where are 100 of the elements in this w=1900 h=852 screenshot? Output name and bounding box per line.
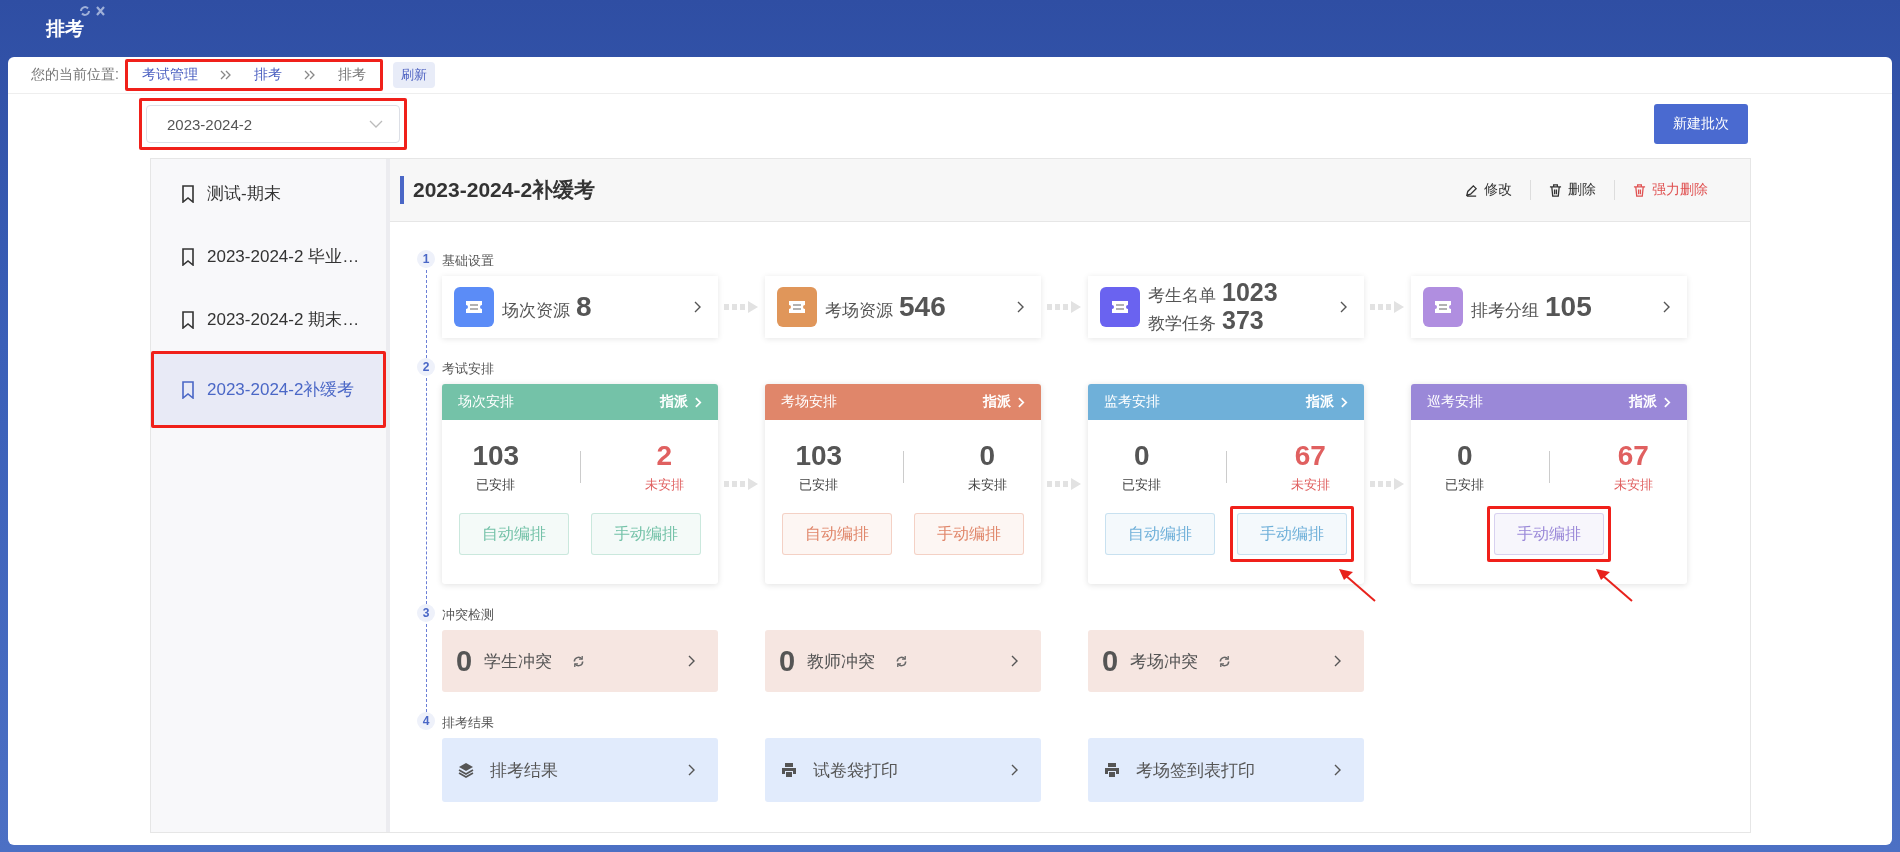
conflict-count: 0 — [779, 644, 796, 678]
unarranged-count: 67 — [1294, 440, 1326, 472]
arranged-count: 0 — [1133, 440, 1150, 472]
chevron-right-icon — [695, 396, 702, 408]
conflict-count: 0 — [1102, 644, 1119, 678]
refresh-icon[interactable] — [572, 654, 586, 668]
step-title: 考试安排 — [442, 360, 495, 378]
step-number: 4 — [417, 712, 435, 730]
resource-label: 考场资源 — [825, 300, 893, 322]
resource-count: 373 — [1222, 307, 1264, 333]
action-button[interactable]: 删除 — [1549, 181, 1596, 199]
conflict-count: 0 — [456, 644, 473, 678]
refresh-icon[interactable] — [895, 654, 909, 668]
resource-label: 场次资源 — [502, 300, 570, 322]
step-number: 1 — [417, 250, 435, 268]
chevron-right-icon — [1334, 655, 1342, 667]
step-number: 2 — [417, 358, 435, 376]
bookmark-icon — [181, 380, 195, 399]
batch-title: 2023-2024-2补缓考 — [400, 176, 596, 204]
refresh-close-icon[interactable] — [78, 5, 108, 17]
batch-item[interactable]: 测试-期末 — [151, 162, 386, 225]
refresh-icon[interactable] — [1218, 654, 1232, 668]
batch-item[interactable]: 2023-2024-2 期末… — [151, 288, 386, 351]
batch-item[interactable]: 2023-2024-2 毕业… — [151, 225, 386, 288]
annotation-arrow — [1594, 567, 1634, 603]
card-title: 场次安排 — [458, 393, 514, 411]
location-label: 您的当前位置: — [31, 66, 119, 84]
resource-card[interactable]: 排考分组 105 — [1411, 276, 1687, 338]
chevron-right-icon — [688, 764, 696, 776]
unarranged-count: 67 — [1617, 440, 1649, 472]
term-select[interactable]: 2023-2024-2 — [146, 105, 400, 143]
step-title: 基础设置 — [442, 252, 495, 270]
result-label: 试卷袋打印 — [813, 759, 899, 782]
result-card[interactable]: 试卷袋打印 — [765, 738, 1041, 802]
bookmark-icon — [181, 310, 195, 329]
bookmark-icon — [181, 184, 195, 203]
chevron-right-icon — [1017, 301, 1025, 313]
chevron-right-icon — [1341, 396, 1348, 408]
annotation-arrow — [1337, 567, 1377, 603]
conflict-card[interactable]: 0 教师冲突 — [765, 630, 1041, 692]
conflict-card[interactable]: 0 学生冲突 — [442, 630, 718, 692]
card-title: 监考安排 — [1104, 393, 1160, 411]
chevron-right-icon — [1011, 764, 1019, 776]
double-chevron-icon — [303, 70, 316, 80]
unarranged-label: 未安排 — [644, 476, 684, 494]
chevron-right-icon — [694, 301, 702, 313]
page-title: 排考 — [46, 16, 84, 41]
unarranged-count: 2 — [656, 440, 673, 472]
unarranged-label: 未安排 — [1613, 476, 1653, 494]
breadcrumb-link[interactable]: 排考 — [253, 66, 282, 84]
printer-icon — [781, 762, 797, 778]
resource-label: 考生名单 — [1148, 285, 1216, 307]
layers-icon — [458, 762, 474, 778]
flow-arrow-icon — [1369, 477, 1406, 491]
result-label: 排考结果 — [490, 759, 559, 782]
chevron-right-icon — [1340, 301, 1348, 313]
step-title: 冲突检测 — [442, 606, 495, 624]
chevron-right-icon — [1011, 655, 1019, 667]
arranged-label: 已安排 — [1445, 476, 1485, 494]
chevron-right-icon — [1334, 764, 1342, 776]
unarranged-label: 未安排 — [1290, 476, 1330, 494]
step-title: 排考结果 — [442, 714, 495, 732]
printer-icon — [1104, 762, 1120, 778]
batch-item[interactable]: 2023-2024-2补缓考 — [151, 351, 386, 428]
flow-arrow-icon — [1369, 300, 1406, 314]
flow-arrow-icon — [1046, 477, 1083, 491]
card-title: 巡考安排 — [1427, 393, 1483, 411]
resource-label: 教学任务 — [1148, 313, 1216, 335]
new-batch-button[interactable]: 新建批次 — [1654, 104, 1748, 144]
resource-card[interactable]: 考场资源 546 — [765, 276, 1041, 338]
chevron-right-icon — [1663, 301, 1671, 313]
flow-arrow-icon — [723, 300, 760, 314]
refresh-button[interactable]: 刷新 — [392, 62, 435, 88]
resource-card[interactable]: 考生名单 1023 教学任务 373 — [1088, 276, 1364, 338]
card-title: 考场安排 — [781, 393, 837, 411]
resource-count: 105 — [1545, 291, 1592, 323]
resource-count: 546 — [899, 291, 946, 323]
result-card[interactable]: 排考结果 — [442, 738, 718, 802]
trash-icon — [1633, 183, 1646, 197]
breadcrumb-link[interactable]: 考试管理 — [141, 66, 198, 84]
flow-arrow-icon — [723, 477, 760, 491]
flow-arrow-icon — [1046, 300, 1083, 314]
action-button[interactable]: 修改 — [1465, 181, 1512, 199]
arranged-label: 已安排 — [476, 476, 516, 494]
conflict-card[interactable]: 0 考场冲突 — [1088, 630, 1364, 692]
resource-count: 1023 — [1222, 279, 1278, 305]
result-card[interactable]: 考场签到表打印 — [1088, 738, 1364, 802]
chevron-down-icon — [369, 120, 383, 128]
chevron-right-icon — [1664, 396, 1671, 408]
arranged-count: 103 — [795, 440, 843, 472]
resource-card[interactable]: 场次资源 8 — [442, 276, 718, 338]
action-button[interactable]: 强力删除 — [1633, 181, 1708, 199]
unarranged-label: 未安排 — [967, 476, 1007, 494]
bookmark-icon — [181, 247, 195, 266]
unarranged-count: 0 — [979, 440, 996, 472]
step-number: 3 — [417, 604, 435, 622]
trash-icon — [1549, 183, 1562, 197]
chevron-right-icon — [688, 655, 696, 667]
resource-count: 8 — [576, 291, 592, 323]
resource-label: 排考分组 — [1471, 300, 1539, 322]
